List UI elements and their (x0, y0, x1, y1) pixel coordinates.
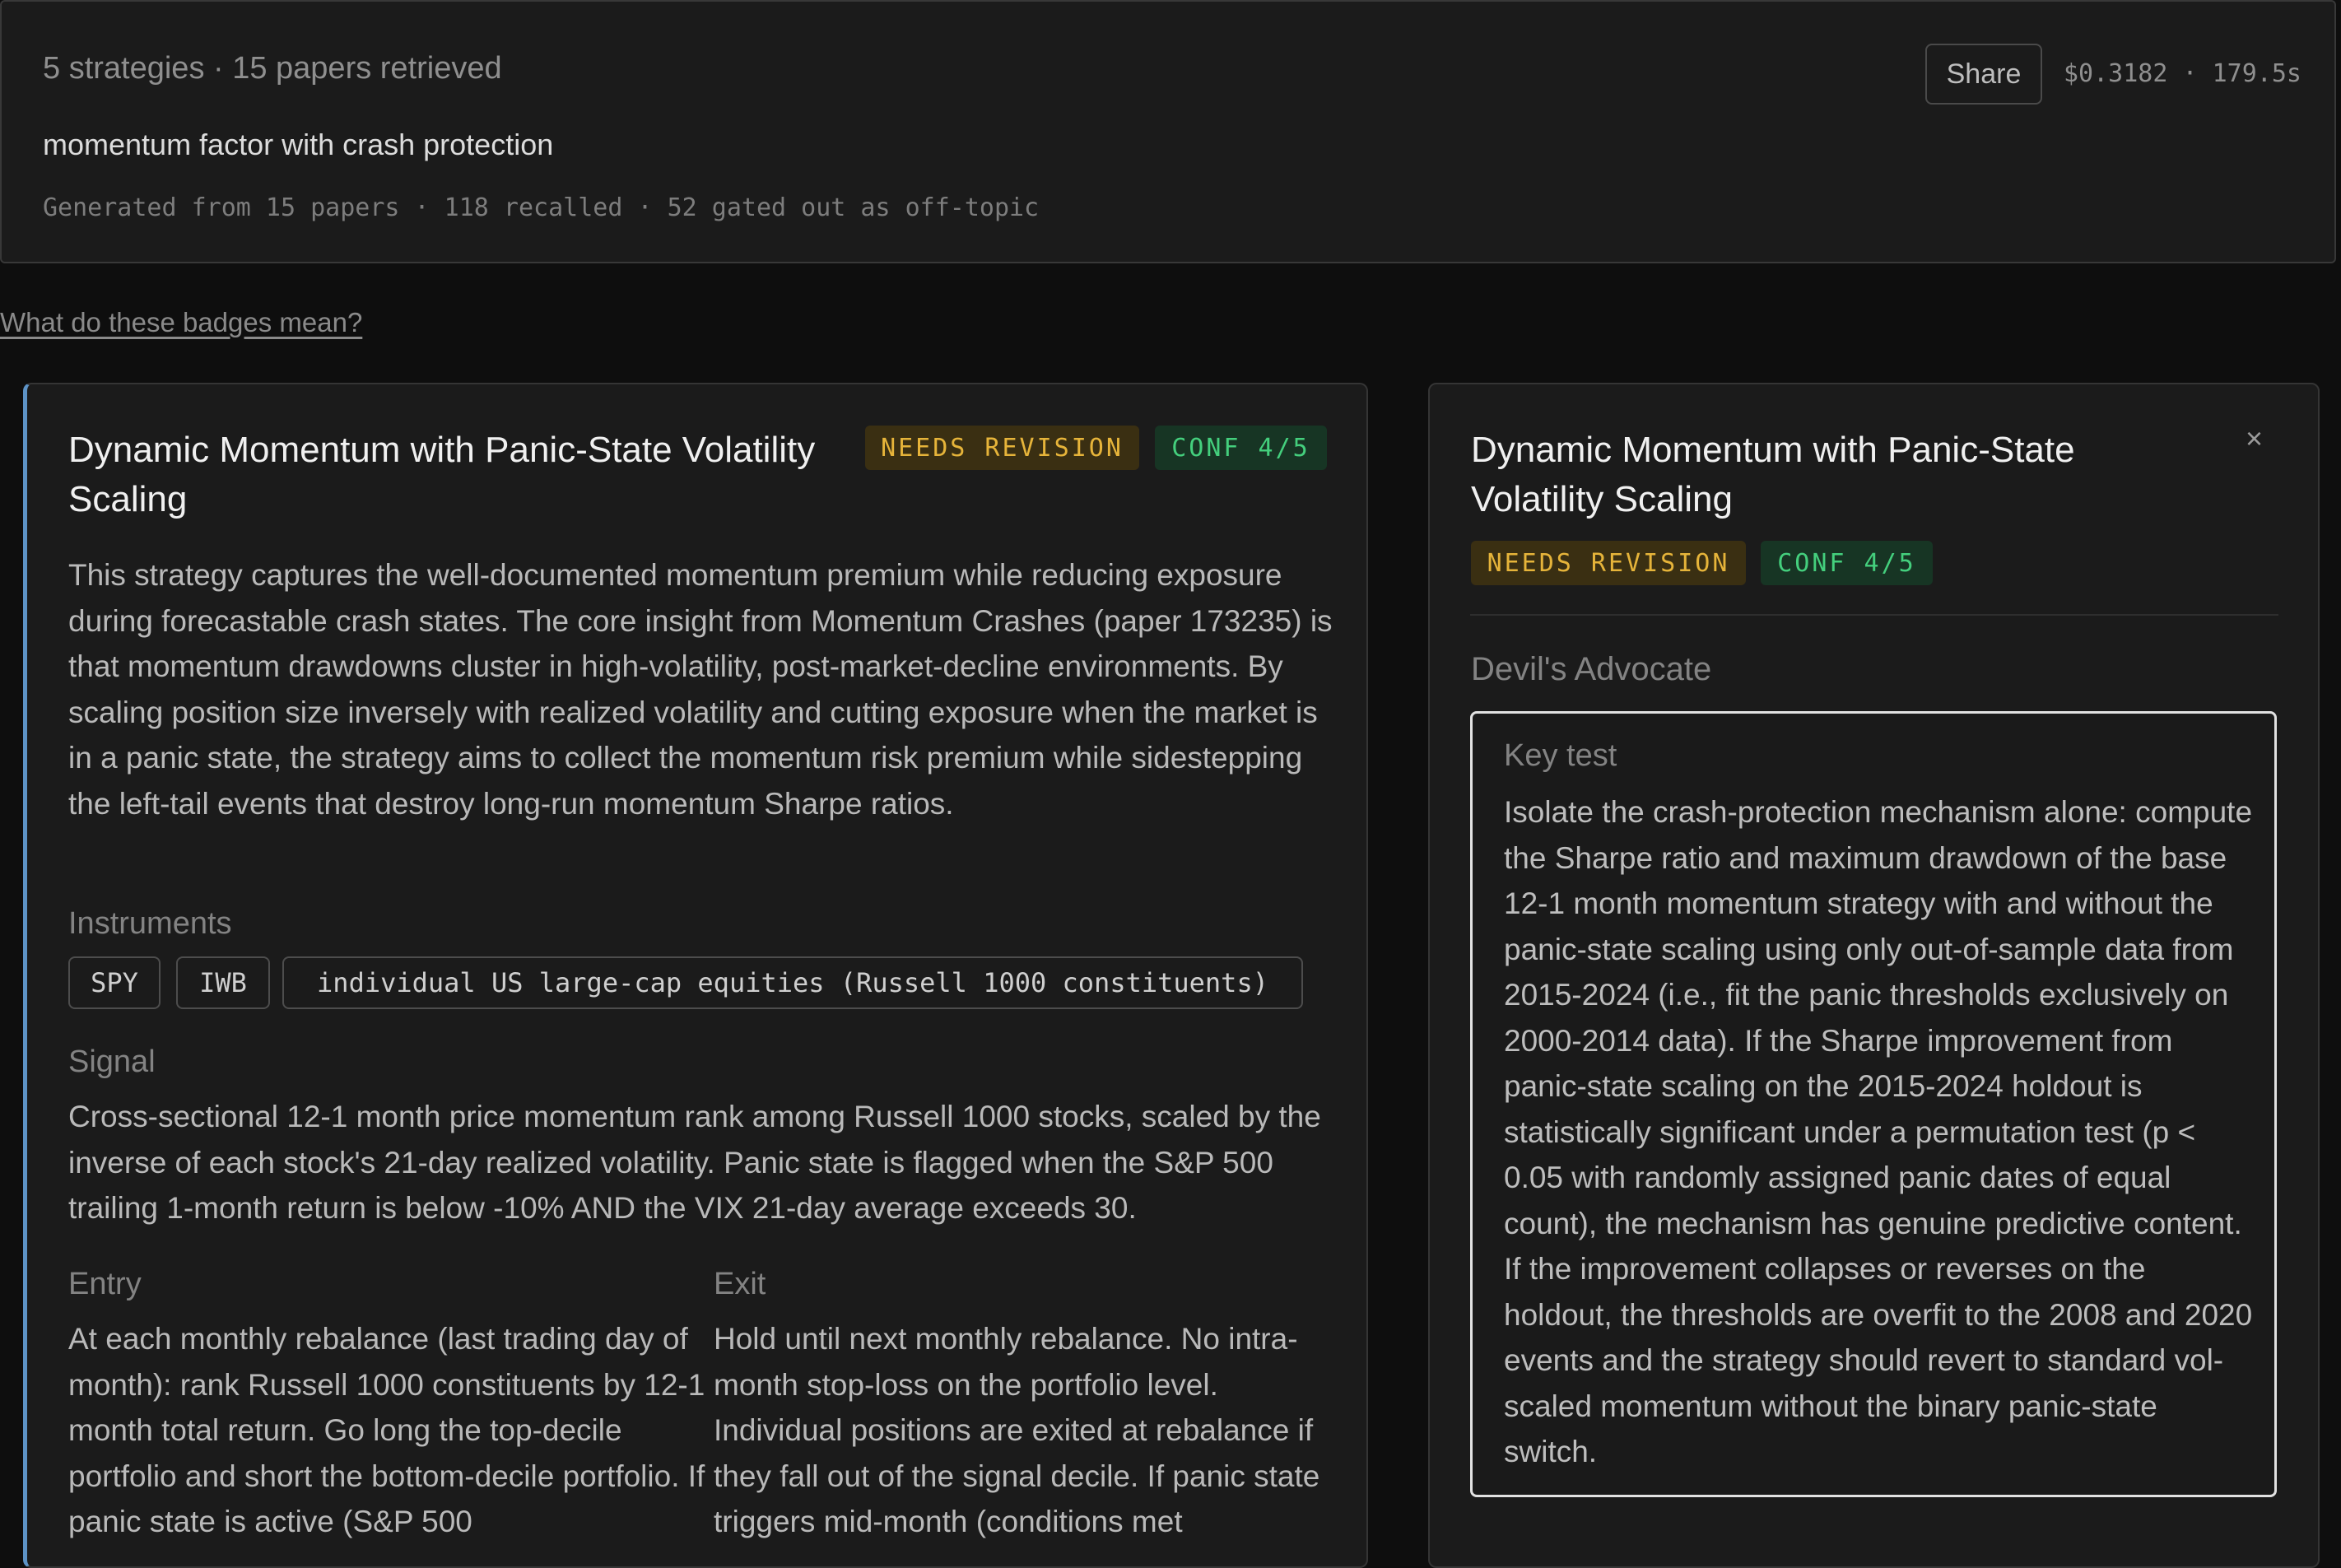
strategy-card[interactable]: Dynamic Momentum with Panic-State Volati… (23, 383, 1368, 1568)
entry-label: Entry (68, 1267, 142, 1301)
key-test-label: Key test (1504, 738, 1617, 773)
devils-advocate-heading: Devil's Advocate (1471, 651, 1712, 687)
badges-help-link[interactable]: What do these badges mean? (0, 307, 362, 338)
exit-label: Exit (714, 1267, 766, 1301)
instrument-chip: SPY (68, 956, 161, 1009)
instrument-chip: individual US large-cap equities (Russel… (282, 956, 1303, 1009)
results-header: 5 strategies · 15 papers retrieved momen… (0, 0, 2336, 263)
exit-text: Hold until next monthly rebalance. No in… (714, 1322, 1320, 1538)
generation-meta: Generated from 15 papers · 118 recalled … (43, 193, 1040, 222)
share-button[interactable]: Share (1925, 44, 2042, 105)
instruments-label: Instruments (68, 906, 232, 941)
instrument-chip: IWB (176, 956, 270, 1009)
cost-readout: $0.3182 · 179.5s (2064, 59, 2301, 88)
key-test-box: Key test Isolate the crash-protection me… (1470, 711, 2277, 1497)
results-summary: 5 strategies · 15 papers retrieved (43, 51, 502, 86)
entry-text: At each monthly rebalance (last trading … (68, 1322, 705, 1538)
signal-label: Signal (68, 1045, 156, 1079)
strategy-title: Dynamic Momentum with Panic-State Volati… (68, 430, 816, 519)
strategy-description: This strategy captures the well-document… (68, 558, 1333, 821)
confidence-badge: CONF 4/5 (1155, 426, 1327, 470)
divider (1470, 614, 2278, 616)
signal-text: Cross-sectional 12-1 month price momentu… (68, 1100, 1321, 1225)
close-icon[interactable]: × (2246, 421, 2263, 456)
status-badge: NEEDS REVISION (865, 426, 1139, 470)
detail-status-badge: NEEDS REVISION (1471, 541, 1746, 585)
detail-confidence-badge: CONF 4/5 (1761, 541, 1933, 585)
query-text: momentum factor with crash protection (43, 128, 554, 161)
key-test-text: Isolate the crash-protection mechanism a… (1504, 795, 2253, 1468)
detail-title: Dynamic Momentum with Panic-State Volati… (1471, 430, 2075, 519)
